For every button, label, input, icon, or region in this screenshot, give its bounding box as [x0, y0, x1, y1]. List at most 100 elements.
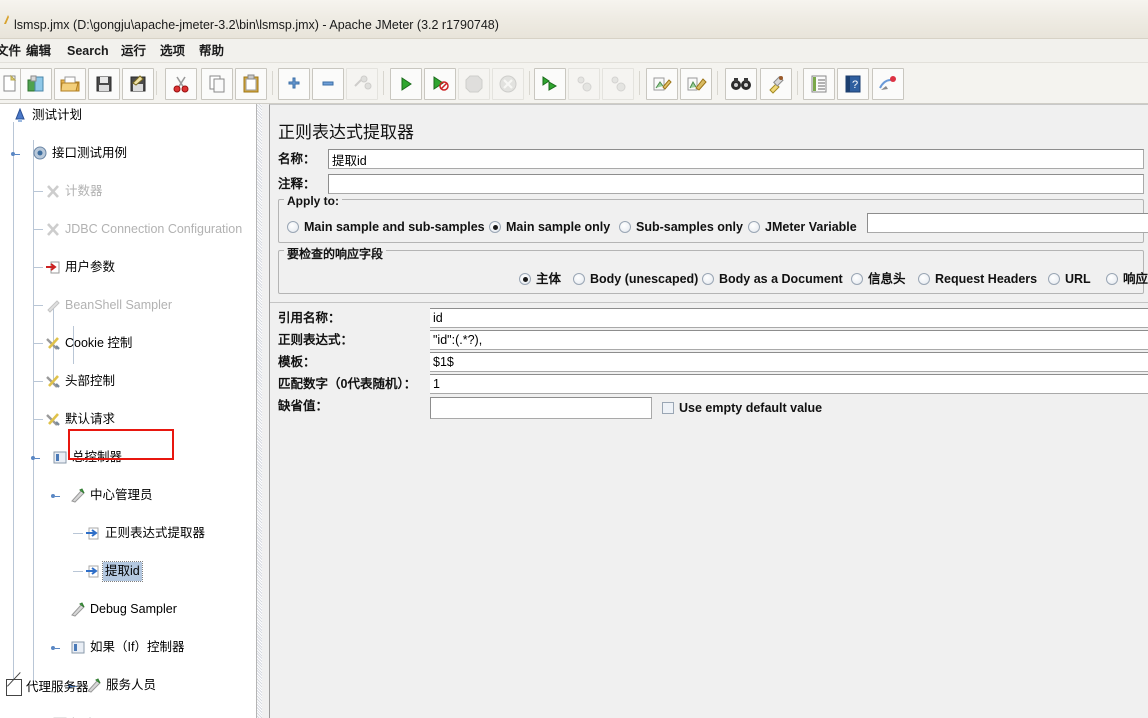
comment-input[interactable] — [328, 174, 1144, 194]
radio-dot — [519, 273, 531, 285]
menu-help[interactable]: 帮助 — [197, 43, 226, 59]
toolbar-clear-all-button[interactable] — [680, 68, 712, 100]
radio-dot — [748, 221, 760, 233]
tree-expand-handle[interactable] — [29, 454, 40, 462]
menu-file[interactable]: 文件 — [0, 43, 23, 59]
toolbar-cut-button[interactable] — [165, 68, 197, 100]
checkbox-box — [662, 402, 674, 414]
toolbar-remote-shutdown-all-button[interactable] — [602, 68, 634, 100]
tree-node-label: Cookie 控制 — [65, 336, 133, 350]
tree-node-http-defaults[interactable]: 默认请求 — [0, 410, 256, 429]
toolbar-separator-4 — [529, 71, 530, 95]
radio-label: 响应代 — [1123, 272, 1148, 286]
name-input[interactable] — [328, 149, 1144, 169]
toolbar-search-button[interactable] — [725, 68, 757, 100]
reference-name-input[interactable] — [430, 308, 1148, 328]
toolbar-undo-button[interactable] — [872, 68, 904, 100]
tree-node-label: 默认请求 — [65, 412, 116, 426]
tree-node-label: 中心管理员 — [90, 488, 153, 502]
tree-node-user-params[interactable]: 用户参数 — [0, 258, 256, 277]
radio-label: Body as a Document — [719, 272, 843, 286]
match-number-input[interactable] — [430, 374, 1148, 394]
menu-search[interactable]: Search — [65, 43, 111, 59]
svg-text:?: ? — [852, 79, 858, 91]
tree-node-label: JDBC Connection Configuration — [65, 222, 243, 236]
tree-node-label: 用户参数 — [65, 260, 116, 274]
tree-node-if-controller[interactable]: 如果（If）控制器 — [0, 638, 256, 657]
tree-node-jdbc-config[interactable]: JDBC Connection Configuration — [0, 220, 256, 239]
menu-bar: 文件 编辑 Search 运行 选项 帮助 — [0, 39, 1148, 63]
toolbar-collapse-button[interactable] — [312, 68, 344, 100]
response-field-title: 要检查的响应字段 — [284, 245, 387, 262]
template-input[interactable] — [430, 352, 1148, 372]
toolbar-toggle-button[interactable] — [346, 68, 378, 100]
tree-node-center-admin[interactable]: 中心管理员 — [0, 486, 256, 505]
toolbar-shutdown-button[interactable] — [492, 68, 524, 100]
default-value-input[interactable] — [430, 397, 652, 419]
radio-label: 信息头 — [868, 272, 906, 286]
regex-input[interactable] — [430, 330, 1148, 350]
config-tool-icon — [45, 412, 61, 427]
jmeter-variable-input[interactable] — [867, 213, 1148, 233]
toolbar-start-no-timers-button[interactable] — [424, 68, 456, 100]
radio-dot — [619, 221, 631, 233]
regex-extractor-panel: 正则表达式提取器 名称： 注释： Apply to: Main sample a… — [269, 104, 1148, 718]
reference-name-label: 引用名称： — [278, 311, 341, 325]
toolbar-remote-stop-all-button[interactable] — [568, 68, 600, 100]
toolbar-help-button[interactable]: ? — [837, 68, 869, 100]
radio-dot — [287, 221, 299, 233]
tree-node-test-plan[interactable]: 测试计划 — [0, 106, 256, 125]
tree-expand-handle[interactable] — [49, 492, 60, 500]
toolbar-remote-start-all-button[interactable] — [534, 68, 566, 100]
toolbar-reset-search-button[interactable] — [760, 68, 792, 100]
toolbar-copy-button[interactable] — [201, 68, 233, 100]
tree-expand-handle[interactable] — [49, 644, 60, 652]
menu-run[interactable]: 运行 — [119, 43, 148, 59]
tree-node-label: 正则表达式提取器 — [105, 526, 206, 540]
toolbar-clear-button[interactable] — [646, 68, 678, 100]
toolbar-expand-button[interactable] — [278, 68, 310, 100]
tree-node-regex-extractor[interactable]: 正则表达式提取器 — [0, 524, 256, 543]
tree-node-beanshell-sampler[interactable]: BeanShell Sampler — [0, 296, 256, 315]
toolbar-separator-2 — [272, 71, 273, 95]
toolbar-start-button[interactable] — [390, 68, 422, 100]
test-plan-tree[interactable]: 测试计划 接口测试用例 计数器 JDBC Connection Configur… — [0, 104, 256, 718]
toolbar-separator — [156, 71, 157, 95]
tree-line — [33, 419, 43, 420]
name-label: 名称： — [278, 152, 316, 166]
radio-label: Sub-samples only — [636, 220, 743, 234]
match-number-label: 匹配数字（0代表随机）： — [278, 377, 417, 391]
toolbar-paste-button[interactable] — [235, 68, 267, 100]
toolbar-save-button[interactable] — [88, 68, 120, 100]
tree-node-counter[interactable]: 计数器 — [0, 182, 256, 201]
tree-line — [33, 191, 43, 192]
tree-line — [33, 267, 43, 268]
toolbar-stop-button[interactable] — [458, 68, 490, 100]
toolbar-save-as-button[interactable] — [122, 68, 154, 100]
tree-node-label: 测试计划 — [32, 108, 83, 122]
tree-node-login[interactable]: login — [0, 714, 256, 718]
menu-edit[interactable]: 编辑 — [24, 43, 53, 59]
tree-expand-handle[interactable] — [9, 150, 20, 158]
config-tool-icon — [45, 336, 61, 351]
radio-dot — [918, 273, 930, 285]
tree-node-header-manager[interactable]: 头部控制 — [0, 372, 256, 391]
tree-node-extract-id[interactable]: 提取id — [0, 561, 256, 582]
toolbar-function-helper-button[interactable] — [803, 68, 835, 100]
tree-node-debug-sampler[interactable]: Debug Sampler — [0, 600, 256, 619]
tree-line — [73, 571, 83, 572]
tree-node-label: 计数器 — [65, 184, 103, 198]
checkbox-label: Use empty default value — [679, 401, 823, 415]
toolbar-open-button[interactable] — [54, 68, 86, 100]
config-tool-icon — [45, 374, 61, 389]
radio-label: Body (unescaped) — [590, 272, 699, 286]
menu-options[interactable]: 选项 — [158, 43, 187, 59]
tree-node-cookie-manager[interactable]: Cookie 控制 — [0, 334, 256, 353]
reference-name-row: 引用名称： — [278, 308, 1148, 329]
tree-node-label: BeanShell Sampler — [65, 298, 173, 312]
panel-splitter[interactable] — [262, 104, 268, 718]
toolbar-templates-button[interactable] — [20, 68, 52, 100]
tree-node-thread-group[interactable]: 接口测试用例 — [0, 144, 256, 163]
tree-node-main-controller[interactable]: 总控制器 — [0, 448, 256, 467]
toolbar-separator-3 — [383, 71, 384, 95]
